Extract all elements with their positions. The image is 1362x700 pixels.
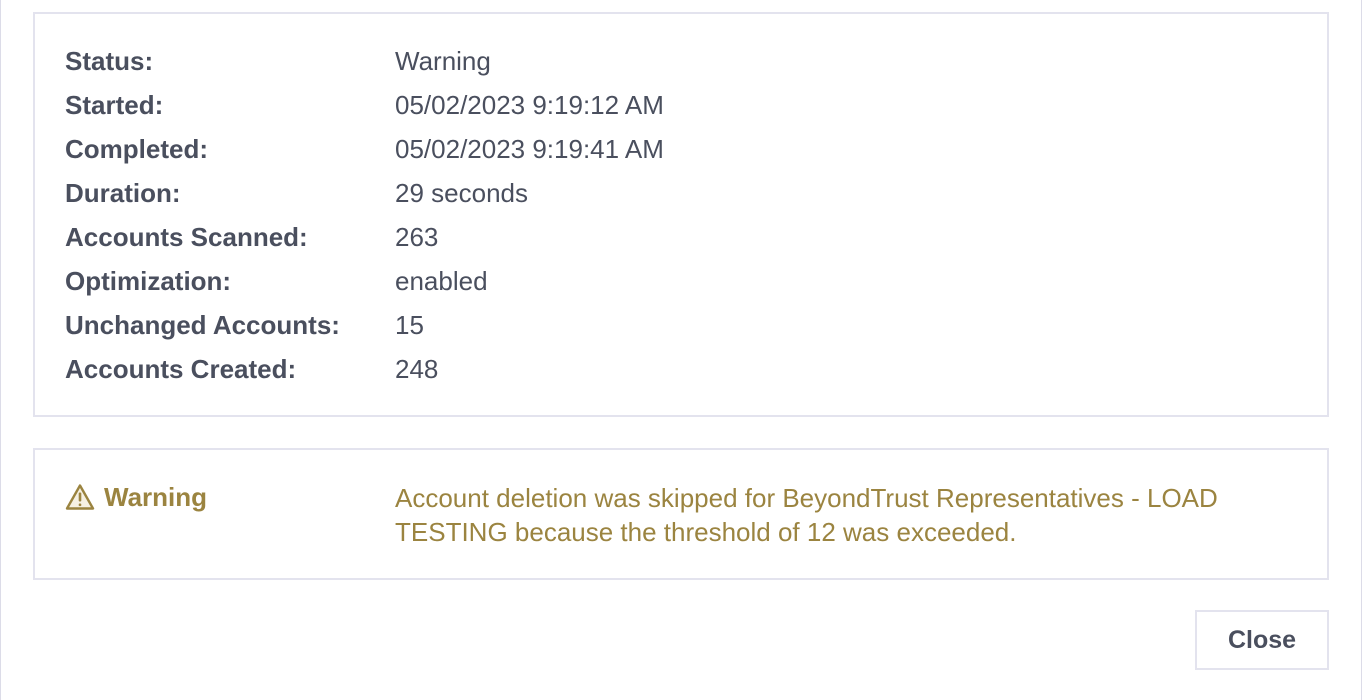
warning-message: Account deletion was skipped for BeyondT… xyxy=(395,483,1218,547)
accounts-scanned-label: Accounts Scanned: xyxy=(65,222,308,252)
accounts-created-value: 248 xyxy=(395,354,439,384)
started-label: Started: xyxy=(65,90,164,120)
unchanged-accounts-label: Unchanged Accounts: xyxy=(65,310,340,340)
completed-label: Completed: xyxy=(65,134,208,164)
duration-value: 29 seconds xyxy=(395,178,528,208)
completed-value: 05/02/2023 9:19:41 AM xyxy=(395,134,664,164)
warning-panel: Warning Account deletion was skipped for… xyxy=(33,448,1329,580)
accounts-scanned-value: 263 xyxy=(395,222,439,252)
unchanged-accounts-value: 15 xyxy=(395,310,424,340)
status-label: Status: xyxy=(65,46,154,76)
optimization-label: Optimization: xyxy=(65,266,232,296)
status-value: Warning xyxy=(395,46,491,76)
warning-title: Warning xyxy=(104,482,208,512)
duration-label: Duration: xyxy=(65,178,181,208)
optimization-value: enabled xyxy=(395,266,488,296)
warning-triangle-icon xyxy=(65,483,95,511)
close-button[interactable]: Close xyxy=(1195,610,1329,670)
warning-heading: Warning xyxy=(65,481,207,513)
results-dialog-body: Status: Warning Started: 05/02/2023 9:19… xyxy=(0,0,1362,700)
job-details-panel: Status: Warning Started: 05/02/2023 9:19… xyxy=(33,12,1329,417)
started-value: 05/02/2023 9:19:12 AM xyxy=(395,90,664,120)
accounts-created-label: Accounts Created: xyxy=(65,354,297,384)
